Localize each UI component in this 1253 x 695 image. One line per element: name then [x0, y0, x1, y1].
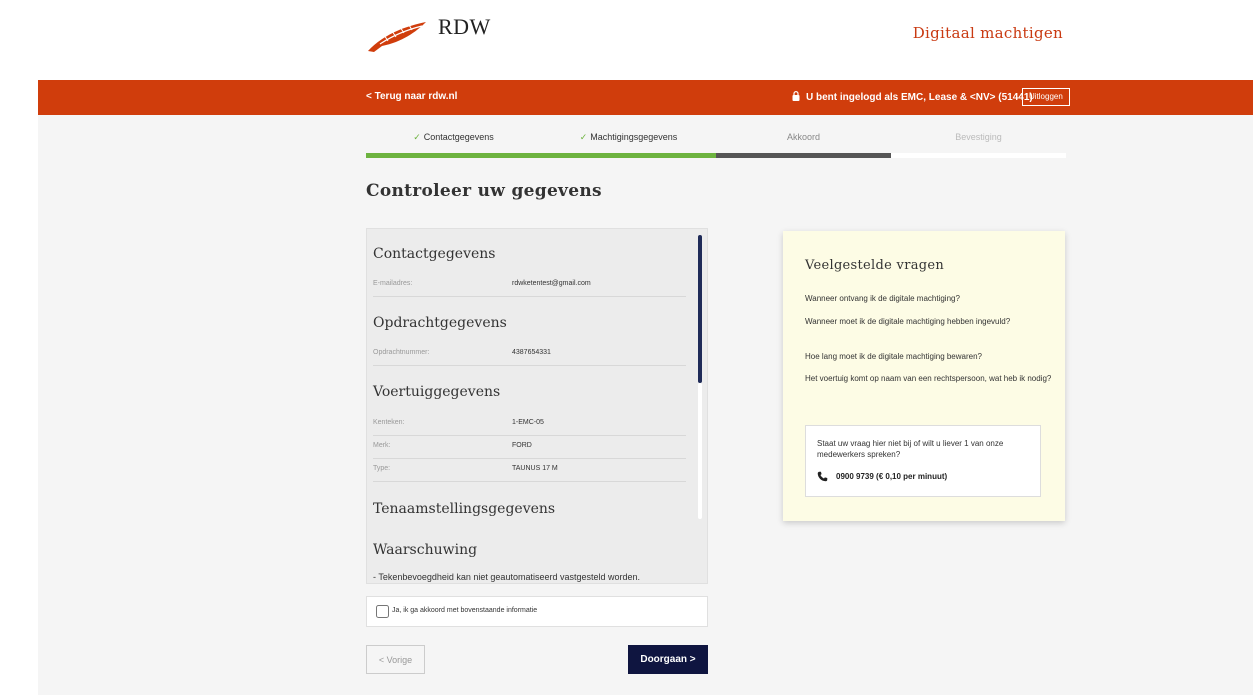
email-value: rdwketentest@gmail.com [512, 280, 591, 287]
row-type: Type: TAUNUS 17 M [373, 459, 686, 482]
plate-label: Kenteken: [373, 419, 405, 426]
step-bevestiging: Bevestiging [955, 132, 1002, 142]
contact-text: Staat uw vraag hier niet bij of wilt u l… [817, 439, 1004, 459]
scrollbar-track[interactable] [698, 383, 702, 519]
step-machtigingsgegevens: ✓ Machtigingsgegevens [579, 132, 678, 142]
rdw-logo[interactable]: RDW [366, 8, 496, 58]
row-email: E-mailadres: rdwketentest@gmail.com [373, 274, 686, 297]
phone-number[interactable]: 0900 9739 (€ 0,10 per minuut) [836, 472, 947, 481]
faq-title: Veelgestelde vragen [805, 258, 945, 273]
continue-button[interactable]: Doorgaan > [628, 645, 708, 674]
agree-checkbox[interactable] [376, 605, 389, 618]
login-status: U bent ingelogd als EMC, Lease & <NV> (5… [792, 91, 1033, 103]
faq-link-legal-entity[interactable]: Het voertuig komt op naam van een rechts… [805, 373, 1053, 384]
previous-button[interactable]: < Vorige [366, 645, 425, 674]
plate-value: 1-EMC-05 [512, 419, 544, 426]
progress-bar-remaining [891, 153, 1066, 158]
warning-text: - Tekenbevoegdheid kan niet geautomatise… [373, 572, 641, 582]
details-panel[interactable]: Contactgegevens E-mailadres: rdwketentes… [366, 228, 708, 584]
logout-button[interactable]: Uitloggen [1022, 88, 1070, 106]
row-order-number: Opdrachtnummer: 4387654331 [373, 343, 686, 366]
check-icon: ✓ [579, 132, 588, 142]
back-to-rdw-link[interactable]: < Terug naar rdw.nl [366, 91, 457, 102]
step-indicator: ✓ Contactgegevens ✓ Machtigingsgegevens Ak… [366, 128, 1066, 162]
email-label: E-mailadres: [373, 280, 413, 287]
check-icon: ✓ [413, 132, 421, 142]
logo-text: RDW [438, 14, 491, 39]
section-title-warning: Waarschuwing [373, 542, 478, 558]
type-value: TAUNUS 17 M [512, 465, 558, 472]
login-info-text: U bent ingelogd als EMC, Lease & <NV> (5… [806, 92, 1033, 103]
faq-link-retention[interactable]: Hoe lang moet ik de digitale machtiging … [805, 351, 1053, 362]
section-title-order: Opdrachtgegevens [373, 315, 507, 331]
progress-bar-current [716, 153, 891, 158]
section-title-registration: Tenaamstellingsgegevens [373, 501, 556, 517]
progress-bar-done [366, 153, 716, 158]
order-number-value: 4387654331 [512, 349, 551, 356]
agree-box: Ja, ik ga akkoord met bovenstaande infor… [366, 596, 708, 627]
order-number-label: Opdrachtnummer: [373, 349, 430, 356]
step-akkoord: Akkoord [786, 132, 821, 142]
step-contactgegevens: ✓ Contactgegevens [413, 132, 494, 142]
top-header: RDW Digitaal machtigen [0, 0, 1253, 80]
scrollbar-thumb[interactable] [698, 235, 702, 383]
brand-value: FORD [512, 442, 532, 449]
section-title-contact: Contactgegevens [373, 246, 496, 262]
section-title-vehicle: Voertuiggegevens [373, 384, 501, 400]
lock-icon [792, 91, 800, 101]
app-title: Digitaal machtigen [912, 24, 1063, 42]
faq-link-deadline[interactable]: Wanneer moet ik de digitale machtiging h… [805, 316, 1053, 327]
contact-card: Staat uw vraag hier niet bij of wilt u l… [805, 425, 1041, 497]
type-label: Type: [373, 465, 391, 472]
page-title: Controleer uw gegevens [366, 181, 602, 201]
row-plate: Kenteken: 1-EMC-05 [373, 413, 686, 436]
agree-label[interactable]: Ja, ik ga akkoord met bovenstaande infor… [392, 607, 537, 614]
rdw-feather-icon [368, 22, 426, 52]
row-brand: Merk: FORD [373, 436, 686, 459]
faq-link-receive[interactable]: Wanneer ontvang ik de digitale machtigin… [805, 293, 1053, 304]
phone-icon [817, 471, 828, 482]
faq-panel: Veelgestelde vragen Wanneer ontvang ik d… [783, 231, 1065, 521]
brand-label: Merk: [373, 442, 391, 449]
nav-bar: < Terug naar rdw.nl U bent ingelogd als … [38, 80, 1253, 115]
